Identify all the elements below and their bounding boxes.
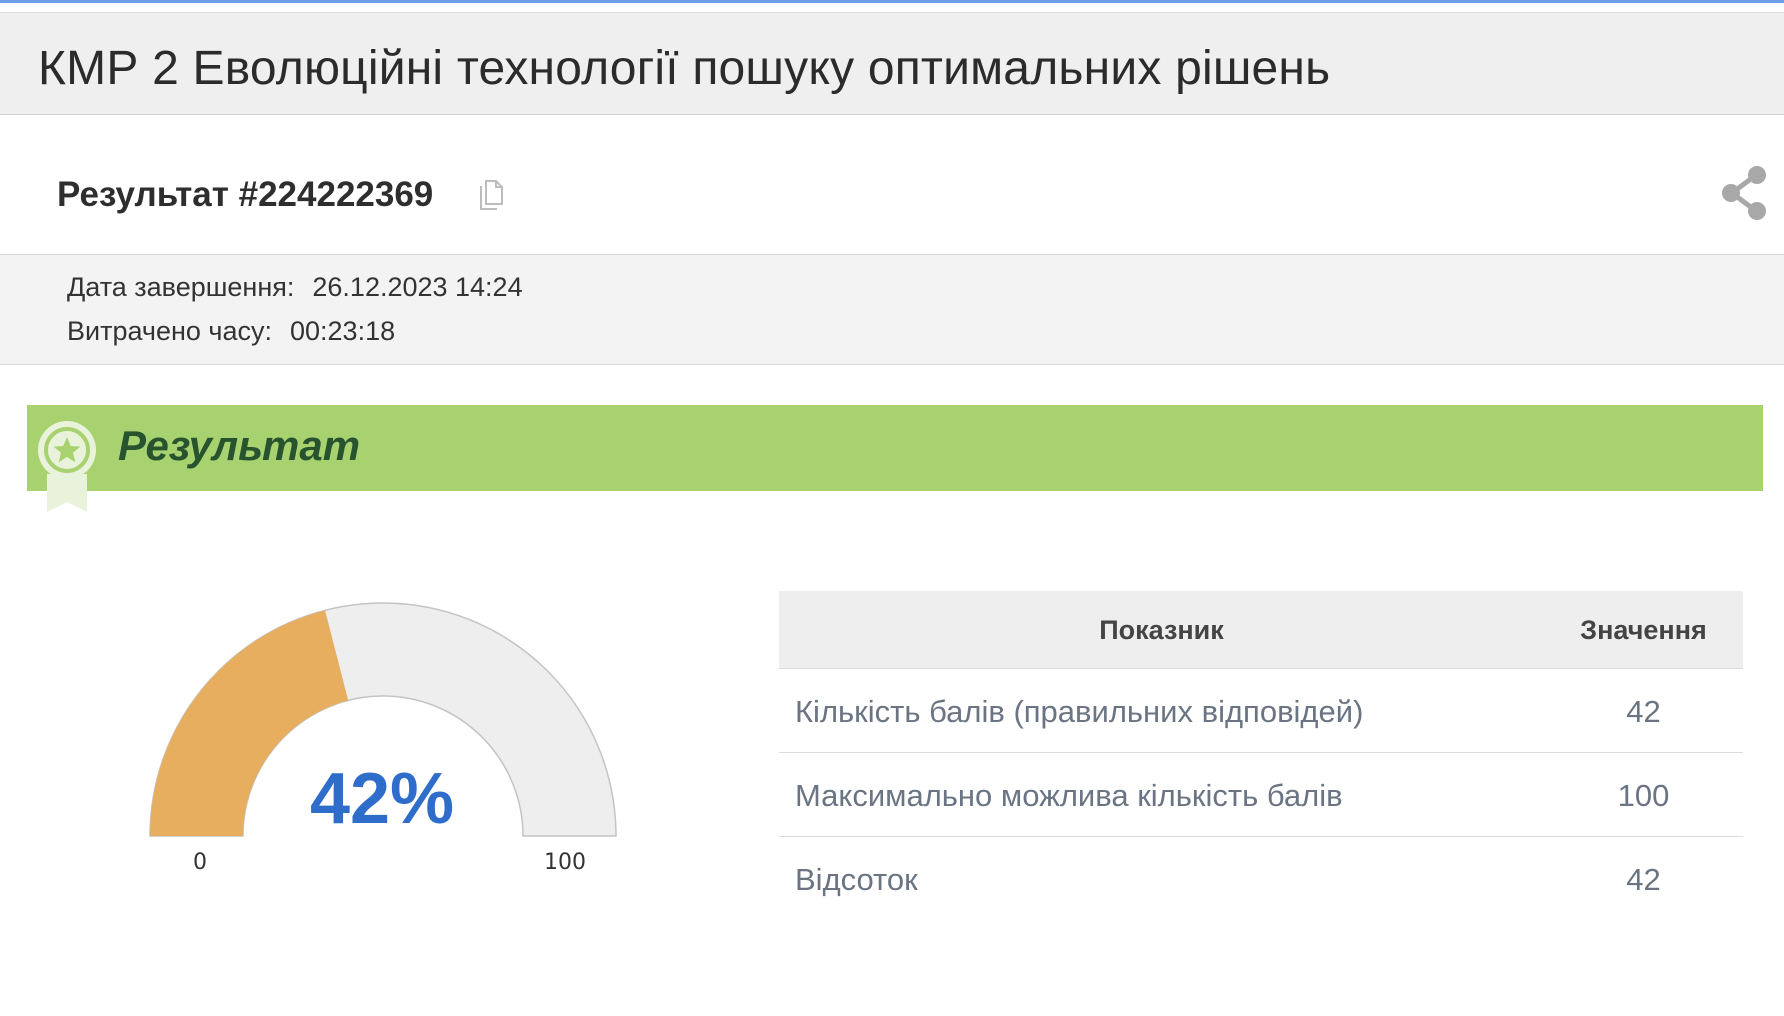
table-header-indicator: Показник (1099, 615, 1224, 645)
share-icon[interactable] (1720, 165, 1772, 221)
table-header-value: Значення (1580, 615, 1707, 645)
copy-icon[interactable] (478, 180, 504, 210)
result-banner-title: Результат (118, 422, 361, 469)
table-cell-value: 42 (1626, 694, 1661, 729)
table-cell-label: Кількість балів (правильних відповідей) (795, 694, 1364, 729)
table-cell-label: Відсоток (795, 862, 918, 897)
result-table: Показник Значення Кількість балів (прави… (779, 591, 1743, 921)
result-meta: Дата завершення: 26.12.2023 14:24 Витраче… (0, 254, 1784, 365)
finished-label: Дата завершення: (67, 272, 295, 302)
top-accent-line (0, 0, 1784, 3)
table-header: Показник Значення (779, 591, 1743, 669)
finished-value: 26.12.2023 14:24 (312, 272, 523, 302)
page-title: КМР 2 Еволюційні технології пошуку оптим… (38, 42, 1331, 95)
score-gauge (149, 602, 617, 837)
table-row: Максимально можлива кількість балів 100 (779, 753, 1743, 837)
page-header: КМР 2 Еволюційні технології пошуку оптим… (0, 12, 1784, 115)
time-spent-row: Витрачено часу: 00:23:18 (67, 316, 395, 347)
table-cell-value: 100 (1617, 778, 1670, 813)
time-spent-label: Витрачено часу: (67, 316, 272, 346)
result-banner: Результат (27, 405, 1763, 491)
table-row: Кількість балів (правильних відповідей) … (779, 669, 1743, 753)
gauge-min-label: 0 (193, 850, 207, 875)
table-cell-label: Максимально можлива кількість балів (795, 778, 1343, 813)
table-cell-value: 42 (1626, 862, 1661, 897)
finished-row: Дата завершення: 26.12.2023 14:24 (67, 272, 523, 303)
time-spent-value: 00:23:18 (290, 316, 396, 346)
gauge-percent: 42% (309, 759, 455, 839)
table-row: Відсоток 42 (779, 837, 1743, 921)
result-header: Результат #224222369 (0, 115, 1784, 254)
award-badge-icon (38, 421, 96, 512)
gauge-max-label: 100 (544, 850, 586, 875)
result-id: Результат #224222369 (57, 175, 434, 214)
